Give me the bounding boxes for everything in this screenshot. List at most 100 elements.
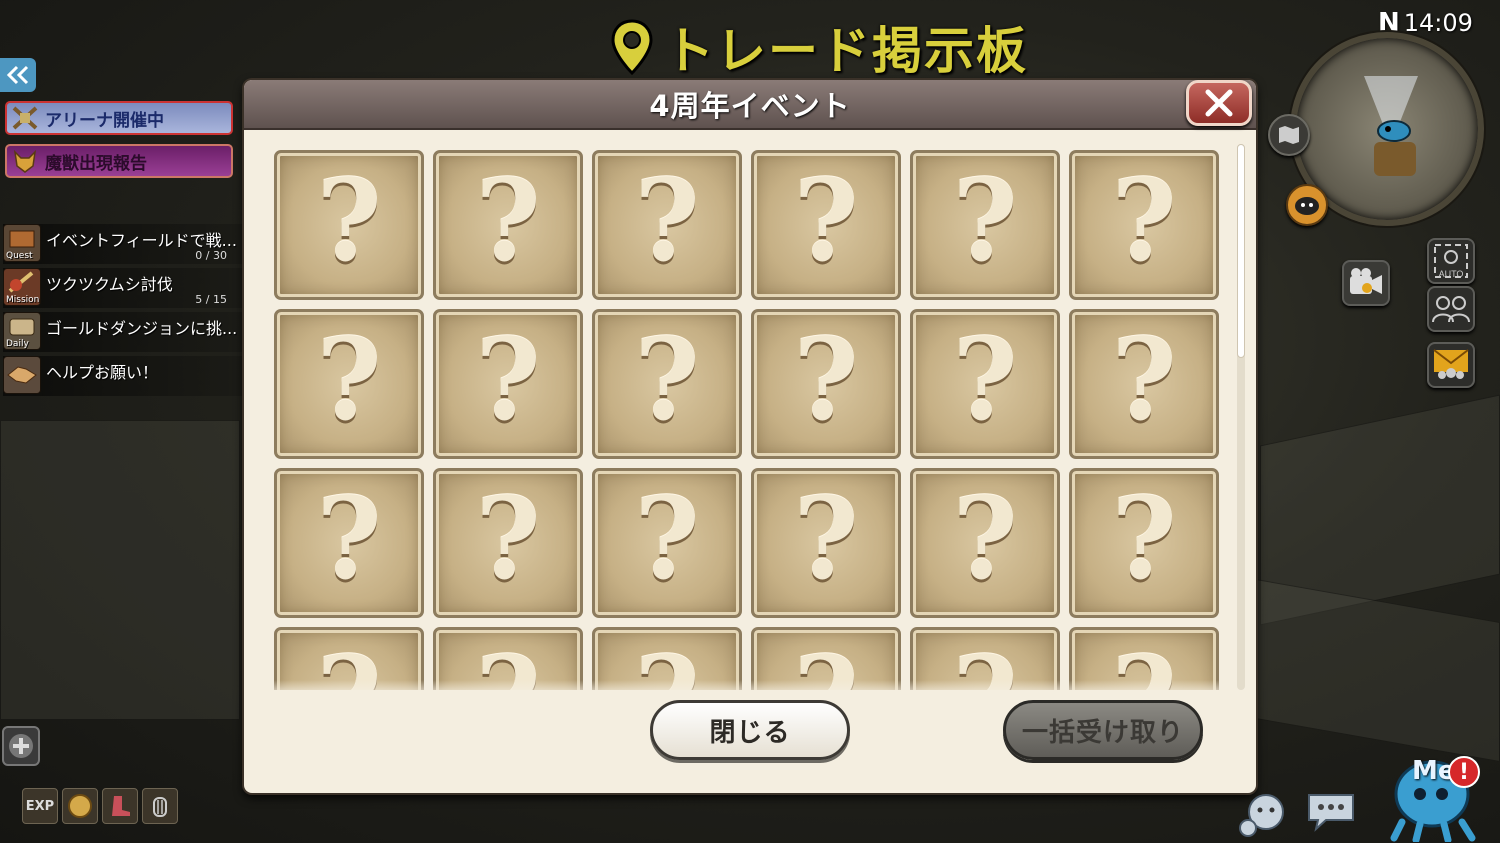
- boots-buff-icon[interactable]: [102, 788, 138, 824]
- quest-item-event-field[interactable]: Quest イベントフィールドで戦... 0 / 30: [3, 224, 243, 264]
- question-mark-icon: ?: [793, 474, 859, 605]
- modal-title: 4周年イベント: [649, 89, 851, 123]
- gold-buff-icon[interactable]: [62, 788, 98, 824]
- quest-item-help[interactable]: ヘルプお願い！: [3, 356, 243, 396]
- quest-title: イベントフィールドで戦...: [46, 231, 237, 250]
- reward-tile[interactable]: ?: [1069, 150, 1219, 300]
- question-mark-icon: ?: [1111, 315, 1177, 446]
- arena-banner-label: アリーナ開催中: [45, 110, 164, 131]
- close-icon: [1205, 89, 1233, 117]
- map-toggle-button[interactable]: [1268, 114, 1310, 156]
- auto-button[interactable]: AUTO: [1427, 238, 1475, 284]
- location-title: トレード掲示板: [610, 14, 1028, 80]
- reward-tile[interactable]: ?: [910, 150, 1060, 300]
- quest-tag: Mission: [6, 295, 40, 305]
- party-icon: [1432, 296, 1470, 323]
- question-mark-icon: ?: [793, 156, 859, 287]
- camera-button[interactable]: [1342, 260, 1390, 306]
- modal-close-x-button[interactable]: [1186, 80, 1252, 126]
- event-modal: 4周年イベント ???????????????????????? 閉じる 一括受…: [244, 80, 1256, 793]
- reward-tile[interactable]: ?: [751, 309, 901, 459]
- camera-icon: [1350, 268, 1382, 294]
- guild-mail-button[interactable]: [1427, 342, 1475, 388]
- scrollbar-thumb[interactable]: [1237, 144, 1245, 358]
- grid-scrollbar[interactable]: [1237, 144, 1245, 690]
- pet-face-icon: [1295, 197, 1319, 215]
- beast-banner[interactable]: 魔獣出現報告: [5, 144, 233, 178]
- question-mark-icon: ?: [1111, 156, 1177, 287]
- location-name: トレード掲示板: [664, 22, 1028, 80]
- quest-chest-icon: Quest: [3, 224, 41, 262]
- question-mark-icon: ?: [952, 315, 1018, 446]
- beast-banner-label: 魔獣出現報告: [45, 153, 147, 174]
- question-mark-icon: ?: [475, 315, 541, 446]
- me-menu-button[interactable]: Me !: [1380, 742, 1490, 843]
- modal-header: 4周年イベント: [244, 80, 1256, 130]
- alert-badge: !: [1448, 756, 1480, 788]
- reward-tile[interactable]: ?: [592, 309, 742, 459]
- quest-title: ゴールドダンジョンに挑...: [46, 319, 237, 338]
- quest-item-mission[interactable]: Mission ツクツクムシ討伐 5 / 15: [3, 268, 243, 308]
- mail-icon: [1433, 349, 1469, 379]
- question-mark-icon: ?: [316, 474, 382, 605]
- arena-swords-icon: [12, 106, 38, 130]
- auto-target-icon: AUTO: [1434, 244, 1468, 279]
- reward-tile[interactable]: ?: [1069, 468, 1219, 618]
- add-shortcut-button[interactable]: [2, 726, 40, 766]
- exp-label: EXP: [25, 798, 55, 814]
- question-mark-icon: ?: [634, 156, 700, 287]
- mission-sword-icon: Mission: [3, 268, 41, 306]
- question-mark-icon: ?: [475, 474, 541, 605]
- grid-fade: [274, 680, 1224, 696]
- quest-tag: Daily: [6, 339, 29, 349]
- daily-scroll-icon: Daily: [3, 312, 41, 350]
- reward-grid-scroll[interactable]: ????????????????????????: [274, 150, 1224, 690]
- close-button[interactable]: 閉じる: [650, 700, 850, 760]
- question-mark-icon: ?: [634, 474, 700, 605]
- question-mark-icon: ?: [316, 315, 382, 446]
- question-mark-icon: ?: [316, 156, 382, 287]
- beast-face-icon: [13, 149, 37, 173]
- arena-banner[interactable]: アリーナ開催中: [5, 101, 233, 135]
- question-mark-icon: ?: [793, 315, 859, 446]
- plus-icon: [9, 734, 33, 758]
- buff-icon-bar: EXP: [22, 788, 178, 824]
- reward-tile[interactable]: ?: [910, 468, 1060, 618]
- exp-buff-icon[interactable]: EXP: [22, 788, 58, 824]
- handshake-icon: [3, 356, 41, 394]
- question-mark-icon: ?: [475, 156, 541, 287]
- question-mark-icon: ?: [1111, 474, 1177, 605]
- reward-tile[interactable]: ?: [592, 150, 742, 300]
- reward-tile[interactable]: ?: [274, 309, 424, 459]
- quest-tag: Quest: [6, 251, 33, 261]
- question-mark-icon: ?: [952, 474, 1018, 605]
- reward-tile[interactable]: ?: [910, 309, 1060, 459]
- reward-tile[interactable]: ?: [1069, 309, 1219, 459]
- reward-tile[interactable]: ?: [274, 468, 424, 618]
- reward-tile[interactable]: ?: [433, 468, 583, 618]
- quest-title: ヘルプお願い！: [46, 363, 159, 382]
- party-button[interactable]: [1427, 286, 1475, 332]
- reward-tile[interactable]: ?: [433, 309, 583, 459]
- reward-tile[interactable]: ?: [433, 150, 583, 300]
- lantern-buff-icon[interactable]: [142, 788, 178, 824]
- reward-tile[interactable]: ?: [274, 150, 424, 300]
- question-mark-icon: ?: [952, 156, 1018, 287]
- chat-icon[interactable]: [1306, 792, 1356, 832]
- reward-tile[interactable]: ?: [751, 150, 901, 300]
- hud-collapse-button[interactable]: [0, 58, 36, 92]
- reward-tile[interactable]: ?: [592, 468, 742, 618]
- auto-label: AUTO: [1439, 269, 1464, 279]
- map-icon: [1279, 126, 1299, 144]
- double-chevron-left-icon: [6, 65, 29, 85]
- question-mark-icon: ?: [634, 315, 700, 446]
- emote-icon[interactable]: [1236, 792, 1290, 838]
- clock-time: 14:09: [1403, 9, 1473, 37]
- quest-item-daily[interactable]: Daily ゴールドダンジョンに挑...: [3, 312, 243, 352]
- reward-tile[interactable]: ?: [751, 468, 901, 618]
- claim-all-button[interactable]: 一括受け取り: [1003, 700, 1203, 760]
- quest-title: ツクツクムシ討伐: [46, 275, 173, 294]
- pet-button[interactable]: [1286, 184, 1328, 226]
- location-pin-icon: [610, 19, 654, 76]
- quest-progress: 5 / 15: [195, 293, 227, 306]
